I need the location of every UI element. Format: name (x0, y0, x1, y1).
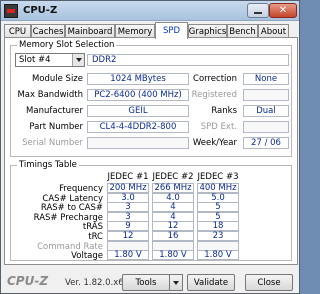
module-size-label: Module Size (31, 74, 83, 84)
tab-bench[interactable]: Bench (227, 24, 258, 38)
timing-row-label: RAS# Precharge (33, 212, 103, 223)
title-bar[interactable]: CPU-Z ✕ (1, 1, 299, 21)
version-text: Ver. 1.82.0.x64 (65, 278, 130, 288)
chevron-down-icon (173, 280, 179, 285)
minimize-icon (254, 12, 262, 14)
timing-value (197, 240, 239, 251)
timing-value: 266 MHz (152, 183, 194, 193)
timing-value: 1.80 V (107, 250, 149, 261)
timing-value: 9 (107, 221, 149, 232)
tab-about[interactable]: About (258, 24, 289, 38)
timings-table-group: Timings Table JEDEC #1 JEDEC #2 JEDEC #3 Fr… (10, 160, 292, 262)
timing-value: 4.0 (152, 192, 194, 203)
part-number-label: Part Number (29, 122, 83, 132)
timing-value: 16 (152, 231, 194, 241)
tools-button[interactable]: Tools (122, 274, 170, 291)
timings-table-group-label: Timings Table (17, 160, 79, 170)
timing-row-label: tRAS (82, 222, 103, 233)
minimize-button[interactable] (247, 3, 269, 18)
manufacturer-label: Manufacturer (26, 106, 83, 116)
timing-value (152, 240, 194, 251)
tab-spd[interactable]: SPD (155, 22, 188, 39)
spd-ext-value (243, 121, 289, 133)
timing-value: 1.80 V (197, 250, 239, 261)
slot-select-value: Slot #4 (19, 55, 51, 65)
timing-value: 5 (197, 202, 239, 213)
timing-value: 5.0 (197, 192, 239, 203)
timing-value: 12 (107, 231, 149, 241)
ranks-label: Ranks (211, 106, 237, 116)
slot-select[interactable]: Slot #4 (15, 53, 85, 67)
correction-value: None (243, 73, 289, 85)
timing-row-label: Voltage (71, 251, 103, 262)
timing-value: 18 (197, 221, 239, 232)
timing-value: 4 (152, 202, 194, 213)
tab-mainboard[interactable]: Mainboard (65, 24, 115, 38)
registered-label: Registered (191, 90, 237, 100)
memory-slot-group-label: Memory Slot Selection (17, 40, 117, 50)
cpuz-window: CPU-Z ✕ CPU Caches Mainboard Memory SPD … (0, 0, 300, 294)
registered-value (243, 89, 289, 101)
max-bandwidth-value: PC2-6400 (400 MHz) (87, 89, 189, 101)
timing-value: 3.0 (107, 192, 149, 203)
timing-row-label: RAS# to CAS# (40, 203, 103, 214)
timing-column-header: JEDEC #2 (152, 172, 194, 182)
memory-type-field: DDR2 (87, 54, 289, 66)
timing-column-header: JEDEC #3 (197, 172, 239, 182)
timing-row-label: Frequency (59, 184, 103, 194)
spd-panel: Memory Slot Selection Slot #4 DDR2 Modul… (4, 37, 298, 265)
serial-number-label: Serial Number (22, 138, 83, 148)
window-title: CPU-Z (23, 5, 58, 16)
timing-value: 200 MHz (107, 183, 149, 193)
correction-label: Correction (193, 74, 237, 84)
timing-value: 1.80 V (152, 250, 194, 261)
spd-ext-label: SPD Ext. (200, 122, 237, 132)
app-icon (4, 4, 18, 18)
timing-value: 23 (197, 231, 239, 241)
tab-cpu[interactable]: CPU (4, 24, 31, 38)
timing-value: 4 (152, 211, 194, 222)
timing-row-label: CAS# Latency (42, 193, 103, 204)
ranks-value: Dual (243, 105, 289, 117)
tools-dropdown-button[interactable] (169, 274, 183, 291)
close-window-button[interactable]: ✕ (269, 3, 297, 18)
tab-memory[interactable]: Memory (115, 24, 155, 38)
timing-value: 3 (107, 202, 149, 213)
timing-value: 400 MHz (197, 183, 239, 193)
chevron-down-icon[interactable] (72, 54, 84, 66)
serial-number-value (87, 137, 189, 149)
timing-value: 12 (152, 221, 194, 232)
timing-column-header: JEDEC #1 (107, 172, 149, 182)
close-button[interactable]: Close (245, 274, 293, 291)
part-number-value: CL4-4-4DDR2-800 (87, 121, 189, 133)
tab-bar: CPU Caches Mainboard Memory SPD Graphics… (4, 22, 298, 39)
manufacturer-value: GEIL (87, 105, 189, 117)
tab-caches[interactable]: Caches (31, 24, 65, 38)
week-year-label: Week/Year (192, 138, 237, 148)
module-size-value: 1024 MBytes (87, 73, 189, 85)
timing-row-label: Command Rate (37, 241, 103, 252)
close-icon: ✕ (278, 4, 288, 16)
timing-value: 5 (197, 211, 239, 222)
timing-value (107, 240, 149, 251)
max-bandwidth-label: Max Bandwidth (17, 90, 83, 100)
validate-button[interactable]: Validate (187, 274, 235, 291)
timing-value: 3 (107, 211, 149, 222)
tab-graphics[interactable]: Graphics (188, 24, 227, 38)
week-year-value: 27 / 06 (243, 137, 289, 149)
timing-row-label: tRC (88, 232, 103, 242)
memory-slot-group: Memory Slot Selection Slot #4 DDR2 Modul… (10, 40, 292, 157)
brand-logo: CPU-Z (7, 274, 49, 288)
